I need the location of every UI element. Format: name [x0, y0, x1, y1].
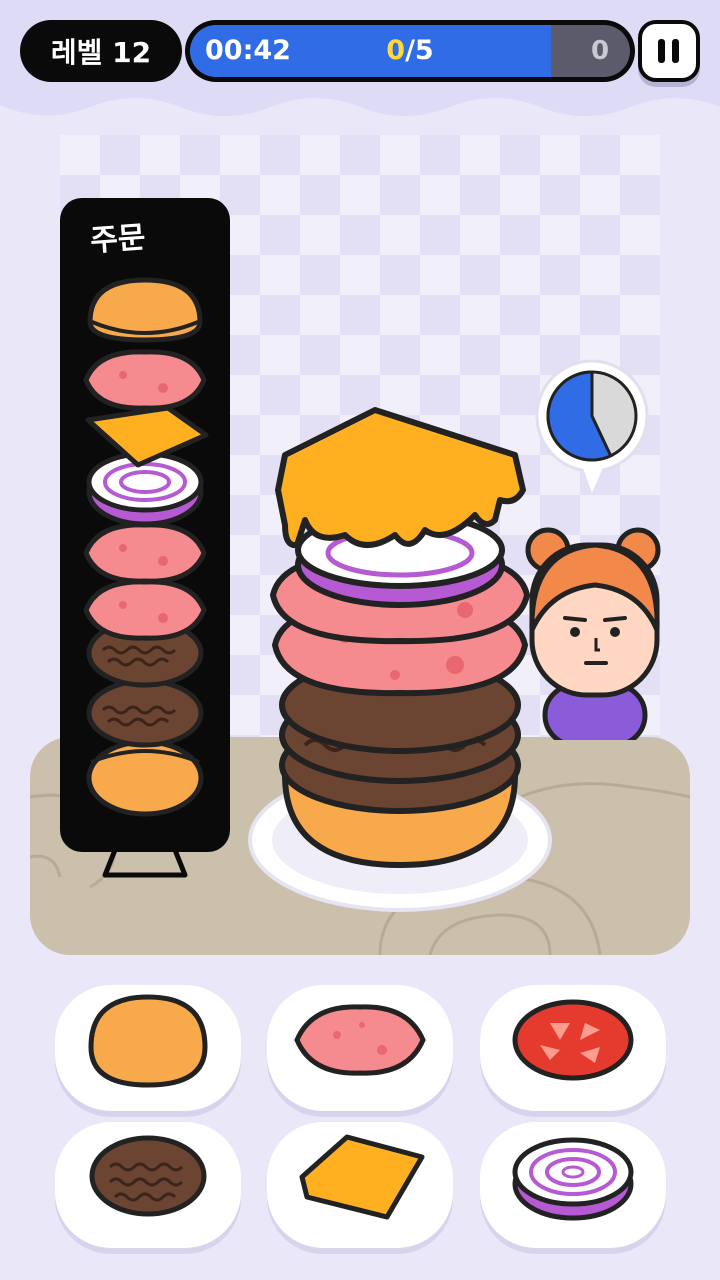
tray-tomato[interactable]: [480, 985, 666, 1111]
customer: [525, 527, 661, 740]
order-ham-1: [83, 349, 207, 411]
orders-done: 0: [386, 35, 406, 66]
bun-icon: [88, 994, 208, 1088]
board-stand: [102, 849, 188, 878]
score-text: 0: [590, 36, 610, 66]
order-patty-2: [86, 678, 204, 748]
tray-patty[interactable]: [55, 1122, 241, 1248]
patty-icon: [89, 1135, 207, 1217]
order-ham-2: [83, 522, 207, 584]
order-ham-3: [83, 579, 207, 641]
pause-button[interactable]: [638, 20, 700, 82]
plate-area: [248, 407, 552, 912]
timer-text: 00:42: [205, 35, 291, 66]
tray-bun[interactable]: [55, 985, 241, 1111]
orders-total: /5: [405, 35, 434, 66]
order-bun-bottom: [86, 739, 204, 817]
ham-icon: [294, 1004, 426, 1076]
stack-cheese: [275, 407, 526, 549]
order-bun-top: [87, 277, 203, 343]
tray-ham[interactable]: [267, 985, 453, 1111]
tomato-icon: [512, 999, 634, 1081]
pause-icon: [658, 39, 679, 63]
order-title: 주문: [89, 220, 147, 259]
order-stack: [83, 277, 209, 817]
tray-onion[interactable]: [480, 1122, 666, 1248]
order-count: 0/5: [360, 25, 460, 77]
cheese-icon: [299, 1134, 425, 1220]
tray-cheese[interactable]: [267, 1122, 453, 1248]
level-label: 레벨 12: [20, 20, 182, 82]
patience-timer: [535, 359, 649, 493]
onion-icon: [512, 1137, 634, 1221]
order-cheese: [85, 405, 209, 468]
wavy-divider: [0, 98, 720, 135]
